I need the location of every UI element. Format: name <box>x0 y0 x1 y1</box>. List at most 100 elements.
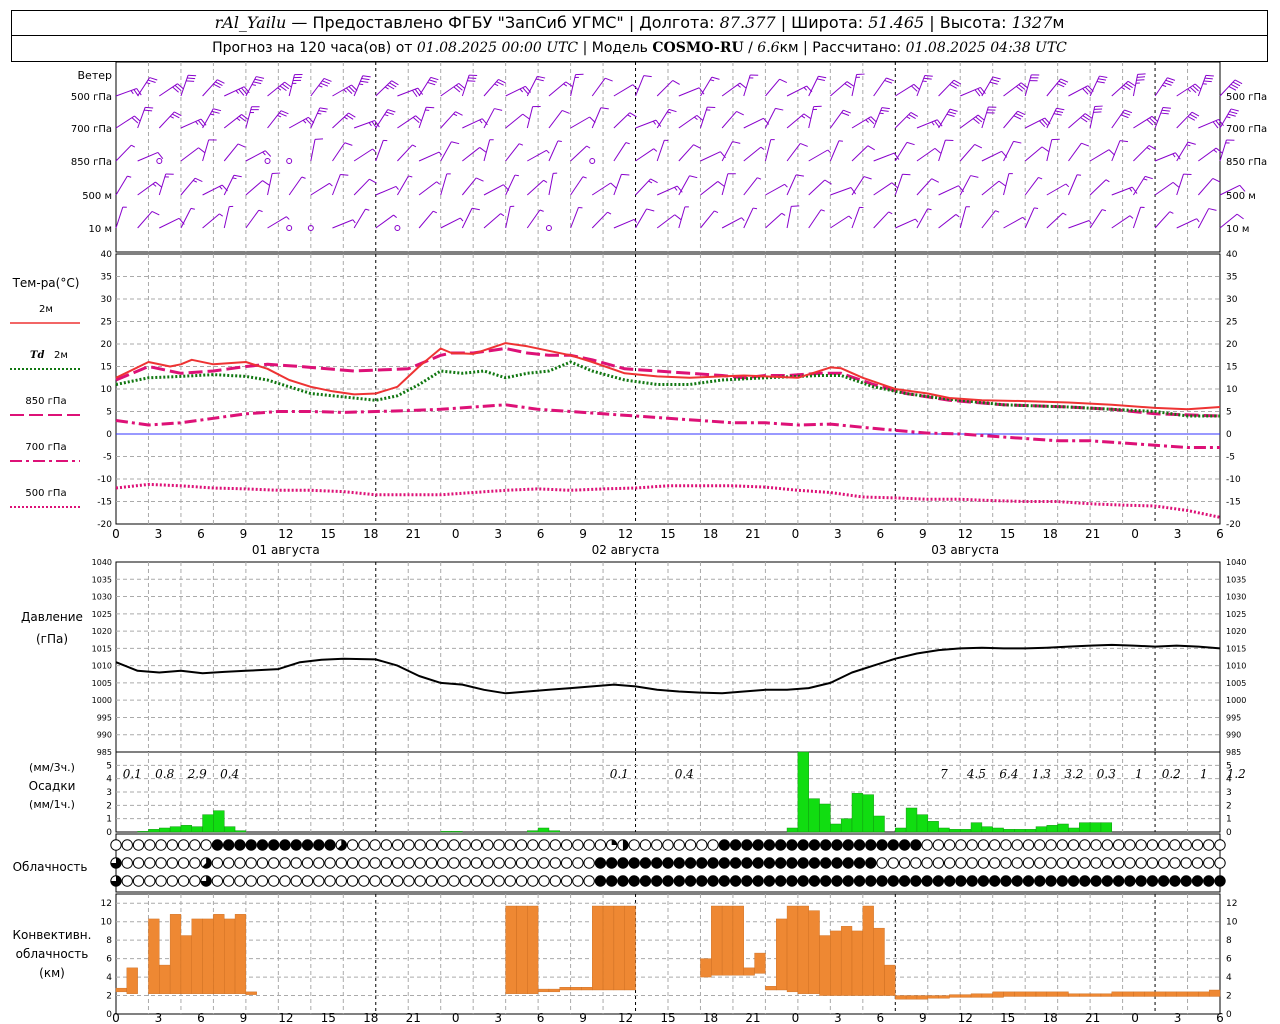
wind-barb-shaft <box>332 112 349 129</box>
cloud-fill <box>820 875 831 887</box>
cloud-circle <box>1191 839 1204 851</box>
wind-barb-half <box>539 209 544 212</box>
hour-label: 0 <box>452 527 460 541</box>
cloud-cover-icon <box>245 857 257 869</box>
cloud-fill <box>730 857 741 869</box>
wind-barb-flag <box>931 178 940 183</box>
cloud-cover-icon <box>189 875 201 887</box>
cloud-fill <box>1000 875 1012 887</box>
cloud-cover-icon <box>673 875 685 887</box>
wind-barb-shaft <box>440 82 460 97</box>
wind-barb-shaft <box>829 109 844 129</box>
wind-barb-icon <box>440 141 460 162</box>
cloud-fill <box>876 875 888 887</box>
wind-barb-half <box>674 186 678 191</box>
wind-barb-shaft <box>721 217 742 229</box>
wind-barb-half <box>169 115 174 119</box>
wind-barb-shaft <box>1046 212 1064 229</box>
cloud-fill <box>854 875 865 887</box>
wind-barb-icon <box>158 111 182 129</box>
precip-total-label: 0.4 <box>220 767 239 781</box>
cloud-fill <box>629 857 640 869</box>
wind-barb-half <box>1101 209 1107 212</box>
cloud-fill <box>809 875 820 887</box>
wind-barb-icon <box>223 174 242 196</box>
precip-bar <box>202 814 214 833</box>
wind-barb-flag <box>145 106 154 109</box>
cloud-cover-icon <box>358 839 370 851</box>
wind-barb-shaft <box>1154 152 1176 162</box>
wind-barb-icon <box>1089 179 1110 196</box>
convective-bar <box>1154 991 1167 997</box>
wind-barb-icon <box>743 177 762 196</box>
cloud-cover-icon <box>448 857 460 869</box>
cloud-cover-icon <box>741 875 753 887</box>
cloud-cover-icon <box>673 857 685 869</box>
wind-barb-half <box>757 177 762 180</box>
cloud-cover-icon <box>898 857 911 869</box>
cloud-fill <box>1124 875 1136 887</box>
cloud-cover-icon <box>729 875 742 887</box>
wind-barb-shaft <box>656 80 674 97</box>
wind-barb-flag <box>360 80 369 83</box>
hour-label: 21 <box>406 527 421 541</box>
wind-barb-shaft <box>180 75 189 97</box>
cloud-fill <box>843 875 854 887</box>
cloud-circle <box>425 839 438 851</box>
pressure-tick-left: 1015 <box>92 644 112 653</box>
wind-barb-shaft <box>938 79 955 97</box>
cloud-cover-icon <box>1169 839 1181 851</box>
wind-barb-shaft <box>332 219 354 229</box>
hour-label: 9 <box>240 527 248 541</box>
wind-barb-shaft <box>700 76 713 97</box>
cloud-cover-icon <box>977 839 990 851</box>
wind-barb-icon <box>548 140 562 162</box>
cloud-circle <box>493 839 505 851</box>
cloud-fill <box>910 875 922 887</box>
cloud-circle <box>211 875 224 887</box>
wind-barb-icon <box>1089 209 1107 229</box>
cloud-cover-icon <box>943 875 956 887</box>
wind-barb-icon <box>570 145 591 162</box>
cloud-circle <box>560 857 573 869</box>
cloud-cover-icon <box>932 857 945 869</box>
cloud-cover-icon <box>1000 875 1012 887</box>
wind-barb-half <box>801 115 806 119</box>
temp-tick-left: 30 <box>101 295 113 305</box>
wind-barb-shaft <box>224 86 245 97</box>
wind-barb-shaft <box>678 87 700 97</box>
wind-barb-half <box>343 89 347 93</box>
convective-bar <box>743 967 755 976</box>
cloud-cover-icon <box>1203 875 1215 887</box>
wind-barb-shaft <box>375 80 392 97</box>
cloud-fill <box>752 839 764 851</box>
wind-barb-icon <box>353 148 376 162</box>
cloud-circle <box>910 857 922 869</box>
wind-barb-flag <box>991 79 1000 83</box>
hour-label: 21 <box>1085 527 1100 541</box>
hour-label: 15 <box>1000 527 1015 541</box>
wind-barb-shaft <box>808 209 822 229</box>
convective-bar <box>224 918 236 994</box>
cloud-fill <box>820 857 831 869</box>
cloud-circle <box>380 875 393 887</box>
wind-barb-shaft <box>678 144 694 162</box>
cloud-cover-icon <box>1067 839 1080 851</box>
wind-barb-shaft <box>418 151 440 162</box>
pressure-tick-right: 1015 <box>1226 644 1246 653</box>
cloud-cover-icon <box>279 875 291 887</box>
wind-barb-shaft <box>743 146 762 162</box>
wind-barb-flag <box>322 80 330 85</box>
cloud-circle <box>955 857 967 869</box>
wind-barb-half <box>838 140 843 142</box>
temp-tick-right: -15 <box>1226 498 1241 508</box>
wind-barb-shaft <box>570 116 590 129</box>
cloud-cover-icon <box>155 875 167 887</box>
cloud-cover-icon <box>189 839 201 851</box>
hour-label: 15 <box>321 527 336 541</box>
pressure-tick-left: 995 <box>97 713 112 722</box>
wind-barb-half <box>436 181 441 185</box>
hour-label: 21 <box>745 527 760 541</box>
wind-barb-shaft <box>396 175 409 196</box>
pressure-tick-left: 1040 <box>92 558 112 567</box>
